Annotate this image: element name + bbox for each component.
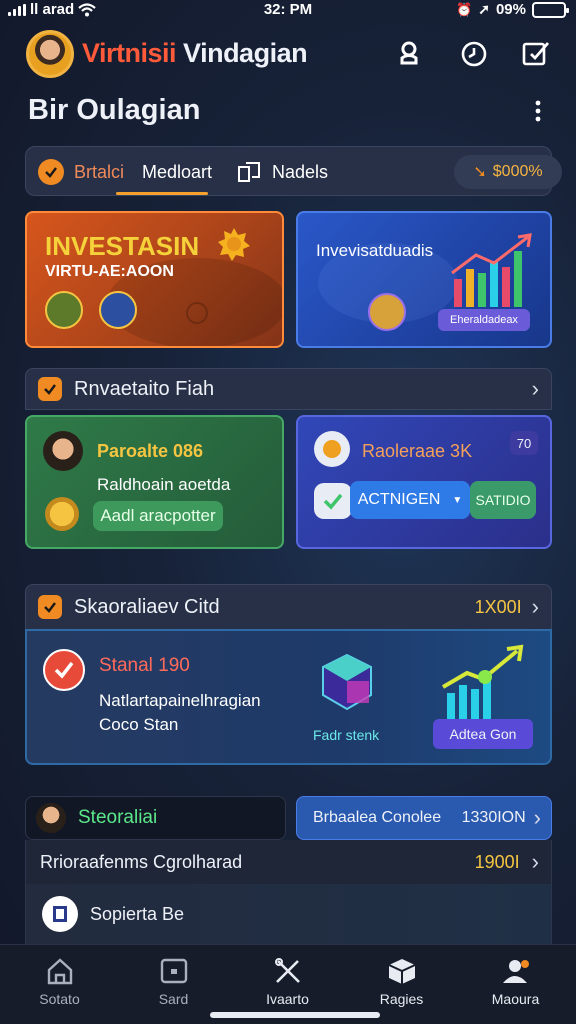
app-title: Virtnisii Vindagian bbox=[82, 38, 308, 69]
card-text: Raldhoain aoetda bbox=[97, 475, 231, 494]
growth-chart-icon bbox=[451, 233, 532, 307]
promo-card-chart[interactable]: Invevisatduadis Eheraldadeax bbox=[296, 211, 552, 348]
check-circle-icon bbox=[38, 159, 64, 185]
balance-value: $000% bbox=[492, 163, 543, 180]
battery-label: 09% bbox=[495, 1, 526, 18]
card-stanal[interactable]: Stanal 190 Natlartapainelhragian Coco St… bbox=[25, 629, 552, 765]
chevron-right-icon: › bbox=[531, 594, 539, 619]
check-circle-icon bbox=[43, 649, 85, 691]
balance-pill[interactable]: ➘ $000% bbox=[454, 155, 562, 189]
alarm-icon: ⏰ bbox=[456, 1, 473, 17]
tab-bar: Brtalci Medloart Nadels ➘ $000% bbox=[25, 146, 562, 197]
more-menu-icon[interactable] bbox=[530, 100, 546, 122]
action-button[interactable]: ACTNIGEN ▼ bbox=[350, 481, 470, 519]
card-title: Raoleraae 3K bbox=[362, 441, 473, 461]
item-title: Sopierta Be bbox=[90, 903, 185, 924]
nav-label: Maoura bbox=[491, 991, 540, 1007]
home-icon bbox=[47, 958, 72, 985]
profile-avatar bbox=[43, 431, 83, 471]
row-value: 1900I bbox=[474, 851, 520, 872]
tab-label: Nadels bbox=[272, 161, 329, 182]
tab-medloart[interactable]: Medloart bbox=[142, 147, 212, 197]
sun-badge-icon bbox=[218, 228, 250, 261]
arrow-icon: ➘ bbox=[473, 164, 487, 181]
cube-icon bbox=[322, 653, 372, 711]
status-right: ⏰ ➚ 09% bbox=[456, 1, 569, 18]
section-header-rnvaetaito[interactable]: Rnvaetaito Fiah › bbox=[25, 368, 552, 410]
page-title: Bir Oulagian bbox=[28, 94, 201, 126]
list-item[interactable]: Sopierta Be bbox=[25, 884, 552, 944]
building-icon bbox=[42, 896, 78, 932]
nav-label: Ragies bbox=[379, 991, 424, 1007]
nav-label: Sotato bbox=[39, 991, 80, 1007]
status-label: Stanal 190 bbox=[99, 655, 190, 676]
coin-icon[interactable] bbox=[368, 293, 406, 331]
chevron-right-icon: › bbox=[533, 805, 541, 830]
account-chip-right[interactable]: Brbaalea Conolee 1330ION › bbox=[296, 796, 552, 840]
document-icon bbox=[238, 162, 260, 182]
chevron-down-icon: ▼ bbox=[452, 494, 463, 506]
home-indicator bbox=[210, 1012, 380, 1018]
nav-item-home[interactable]: Sotato bbox=[2, 945, 117, 1024]
promo-right-badge: Eheraldadeax bbox=[438, 309, 530, 331]
active-tab-indicator bbox=[116, 192, 208, 195]
avatar bbox=[36, 803, 66, 833]
settings-badge-icon bbox=[314, 431, 350, 467]
promo-right-title: Invevisatduadis bbox=[316, 241, 434, 260]
action-button[interactable]: Adtea Gon bbox=[433, 719, 533, 749]
tab-nadels[interactable]: Nadels bbox=[236, 147, 328, 197]
stamp-icon[interactable] bbox=[99, 291, 137, 329]
edit-icon[interactable] bbox=[521, 38, 551, 68]
clock-icon[interactable] bbox=[459, 38, 489, 68]
account-right-value: 1330ION bbox=[461, 809, 526, 826]
card-paroalte[interactable]: Paroalte 086 Raldhoain aoetda Aadl aracp… bbox=[25, 415, 284, 549]
row-title: Rrioraafenms Cgrolharad bbox=[40, 851, 243, 872]
description-line-1: Natlartapainelhragian bbox=[99, 691, 261, 710]
account-chip-left[interactable]: Steoraliai bbox=[25, 796, 286, 840]
card-title: Paroalte 086 bbox=[97, 441, 204, 461]
section-title: Skaoraliaev Citd bbox=[74, 595, 220, 618]
profile-icon bbox=[502, 960, 529, 983]
add-button[interactable]: Aadl aracpotter bbox=[93, 501, 223, 531]
promo-card-investasin[interactable]: INVESTASIN VIRTU-AE:AOON bbox=[25, 211, 284, 348]
value-chip[interactable]: SATIDIO bbox=[470, 481, 536, 519]
account-right-title: Brbaalea Conolee bbox=[313, 809, 442, 826]
nav-label: Ivaarto bbox=[266, 991, 309, 1007]
tools-icon bbox=[274, 958, 300, 983]
list-row-header[interactable]: Rrioraafenms Cgrolharad 1900I › bbox=[25, 840, 552, 884]
account-title: Steoraliai bbox=[78, 807, 158, 828]
check-badge-icon bbox=[38, 377, 62, 401]
chevron-right-icon: › bbox=[531, 849, 539, 874]
description-line-2: Coco Stan bbox=[99, 715, 179, 734]
tab-label: Brtalci bbox=[74, 161, 125, 182]
nav-item-profile[interactable]: Maoura bbox=[458, 945, 573, 1024]
cube-icon bbox=[388, 959, 415, 984]
app-title-accent: Virtnisii bbox=[82, 38, 177, 68]
status-bar: ll arad 32: PM ⏰ ➚ 09% bbox=[0, 0, 576, 22]
count-badge: 70 bbox=[510, 431, 538, 455]
tab-label: Medloart bbox=[142, 161, 213, 182]
wallet-icon bbox=[160, 958, 187, 984]
chevron-right-icon: › bbox=[531, 376, 539, 401]
coin-icon bbox=[45, 497, 79, 531]
section-title: Rnvaetaito Fiah bbox=[74, 377, 215, 400]
user-icon[interactable] bbox=[394, 38, 424, 68]
section-header-skaoraliaev[interactable]: Skaoraliaev Citd 1X00I › bbox=[25, 584, 552, 630]
nav-label: Sard bbox=[158, 991, 189, 1007]
promo-title: INVESTASIN bbox=[45, 231, 200, 261]
leaf-icon[interactable] bbox=[45, 291, 83, 329]
feature-label: Fadr stenk bbox=[313, 727, 380, 743]
location-icon: ➚ bbox=[478, 1, 490, 17]
promo-subtitle: VIRTU-AE:AOON bbox=[45, 263, 174, 280]
avatar[interactable] bbox=[26, 30, 74, 78]
tab-brtalci[interactable]: Brtalci bbox=[38, 147, 124, 197]
growth-chart-icon bbox=[441, 644, 524, 719]
card-raoleraae[interactable]: Raoleraae 3K 70 ACTNIGEN ▼ SATIDIO bbox=[296, 415, 552, 549]
battery-icon bbox=[532, 1, 569, 18]
section-value: 1X00I bbox=[474, 596, 522, 617]
check-badge-icon bbox=[38, 595, 62, 619]
shield-check-icon bbox=[314, 483, 352, 519]
app-title-rest: Vindagian bbox=[176, 38, 308, 68]
action-button-label: ACTNIGEN bbox=[357, 491, 441, 508]
